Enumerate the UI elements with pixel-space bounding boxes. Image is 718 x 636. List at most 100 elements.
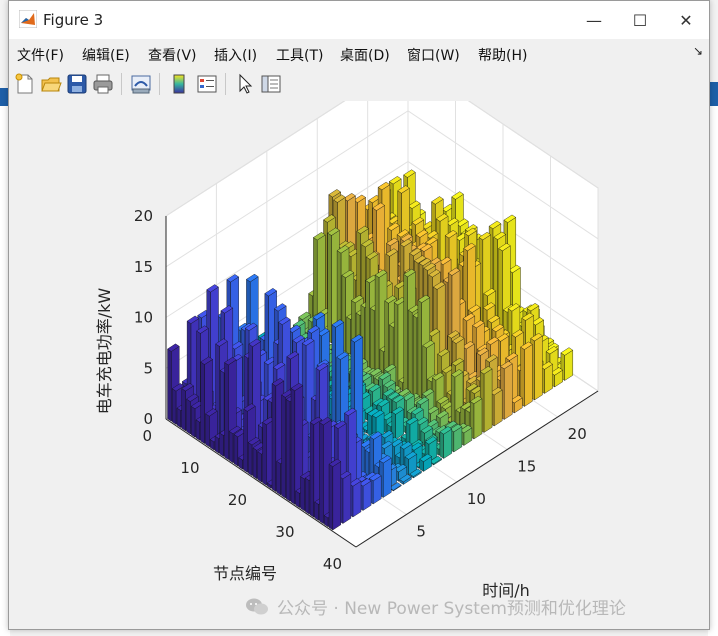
bar-face-side: [327, 232, 332, 344]
watermark-text: 公众号 · New Power System预测和优化理论: [277, 599, 626, 619]
menu-file[interactable]: 文件(F): [17, 45, 64, 65]
bar-face-front: [493, 389, 503, 427]
bar-face-side: [224, 362, 229, 460]
bar-face-side: [295, 490, 300, 508]
toolbar-separator: [121, 73, 122, 95]
bar3-bar: [391, 406, 405, 440]
time-tick-label: 15: [517, 458, 536, 476]
colorbar-icon[interactable]: [167, 72, 191, 96]
property-editor-icon[interactable]: [259, 72, 283, 96]
window-title: Figure 3: [43, 11, 104, 29]
toolbar-separator: [225, 73, 226, 95]
maximize-icon: ☐: [632, 10, 648, 30]
bar-face-side: [190, 405, 196, 438]
maximize-button[interactable]: ☐: [617, 1, 663, 39]
bar-face-side: [257, 451, 262, 483]
time-tick-label: 5: [416, 523, 426, 541]
figure-canvas[interactable]: 0 5 10 15 20 0 10 20 30 40 5 10 15 20 电车充电功率/kW 节点编号 …: [9, 59, 709, 629]
legend-icon[interactable]: [195, 72, 219, 96]
bar-face-side: [451, 374, 456, 427]
pointer-icon[interactable]: [233, 72, 257, 96]
bar-face-front: [383, 457, 392, 498]
bar-face-side: [195, 419, 201, 441]
print-icon[interactable]: [91, 72, 115, 96]
bar-face-side: [281, 394, 286, 499]
bar-face-side: [214, 435, 220, 454]
bar-face-front: [483, 368, 493, 433]
figure-window: Figure 3 — ☐ ✕ 文件(F) 编辑(E) 查看(V) 插入(I) 工…: [8, 0, 710, 630]
bar3-chart[interactable]: 051015200102030405101520 电车充电功率/kW 节点编号 …: [9, 59, 709, 629]
bar-face-side: [319, 422, 324, 524]
menu-bar: 文件(F) 编辑(E) 查看(V) 插入(I) 工具(T) 桌面(D) 窗口(W…: [9, 39, 709, 67]
z-axis-label: 电车充电功率/kW: [95, 288, 114, 415]
bar3-bar: [439, 426, 453, 459]
link-plot-icon[interactable]: [129, 72, 153, 96]
y-axis-label: 节点编号: [213, 564, 277, 583]
new-figure-icon[interactable]: [13, 72, 37, 96]
bar-face-side: [408, 309, 413, 398]
wechat-icon: [246, 598, 268, 614]
bar-face-side: [370, 307, 375, 373]
bar-face-side: [346, 316, 351, 357]
bar-face-side: [328, 463, 333, 531]
bar-face-side: [271, 383, 276, 492]
menu-window[interactable]: 窗口(W): [407, 45, 460, 65]
bar-face-side: [314, 501, 319, 521]
bar-face-side: [262, 421, 267, 486]
bar-face-side: [181, 388, 186, 432]
title-bar: Figure 3 — ☐ ✕: [9, 1, 709, 39]
menu-view[interactable]: 查看(V): [148, 45, 197, 65]
bar-face-side: [171, 388, 177, 425]
bar-face-side: [300, 476, 305, 512]
bar-face-side: [413, 315, 418, 401]
minimize-icon: —: [586, 10, 602, 30]
z-tick-label: 15: [134, 258, 153, 276]
z-tick-label: 20: [134, 207, 153, 225]
bar-face-front: [342, 473, 352, 524]
time-tick-label: 20: [568, 425, 587, 443]
menu-help[interactable]: 帮助(H): [478, 45, 527, 65]
bar-face-side: [403, 273, 408, 395]
bar-face-side: [219, 432, 224, 457]
bar-face-side: [243, 408, 248, 473]
bar-face-front: [524, 344, 533, 407]
menu-insert[interactable]: 插入(I): [214, 45, 257, 65]
bar-face-side: [290, 387, 295, 505]
bar-face-side: [374, 274, 380, 376]
bar-face-side: [365, 280, 370, 369]
z-tick-label: 5: [143, 359, 153, 377]
minimize-button[interactable]: —: [571, 1, 617, 39]
bar-face-side: [417, 299, 422, 405]
bar-face-side: [228, 430, 234, 464]
close-icon: ✕: [679, 10, 693, 30]
bar-face-front: [332, 461, 341, 531]
matlab-logo-icon: [19, 10, 37, 28]
bar-face-side: [186, 398, 191, 435]
bar-face-side: [247, 442, 253, 476]
bar-face-front: [473, 398, 483, 440]
save-icon[interactable]: [65, 72, 89, 96]
bar-face-side: [233, 434, 239, 467]
dock-arrow-icon[interactable]: ↘: [693, 44, 703, 58]
z-tick-label: 0: [143, 410, 153, 428]
menu-edit[interactable]: 编辑(E): [82, 45, 130, 65]
bar-face-side: [286, 398, 291, 502]
time-tick-label: 10: [467, 490, 486, 508]
menu-desktop[interactable]: 桌面(D): [340, 45, 390, 65]
bar-face-side: [367, 413, 372, 437]
menu-tools[interactable]: 工具(T): [276, 45, 323, 65]
node-tick-label: 20: [228, 491, 247, 509]
bar-face-front: [504, 363, 513, 420]
bar-face-side: [205, 413, 210, 448]
bar-face-side: [200, 361, 205, 444]
z-tick-label: 10: [134, 309, 153, 327]
bar-face-front: [534, 335, 543, 401]
node-tick-label: 0: [142, 427, 152, 445]
bar-face-side: [305, 477, 310, 515]
node-tick-label: 40: [323, 555, 342, 573]
node-tick-label: 30: [275, 523, 294, 541]
close-button[interactable]: ✕: [663, 1, 709, 39]
open-file-icon[interactable]: [39, 72, 63, 96]
bar-face-side: [252, 447, 258, 480]
bar-face-side: [276, 460, 281, 496]
